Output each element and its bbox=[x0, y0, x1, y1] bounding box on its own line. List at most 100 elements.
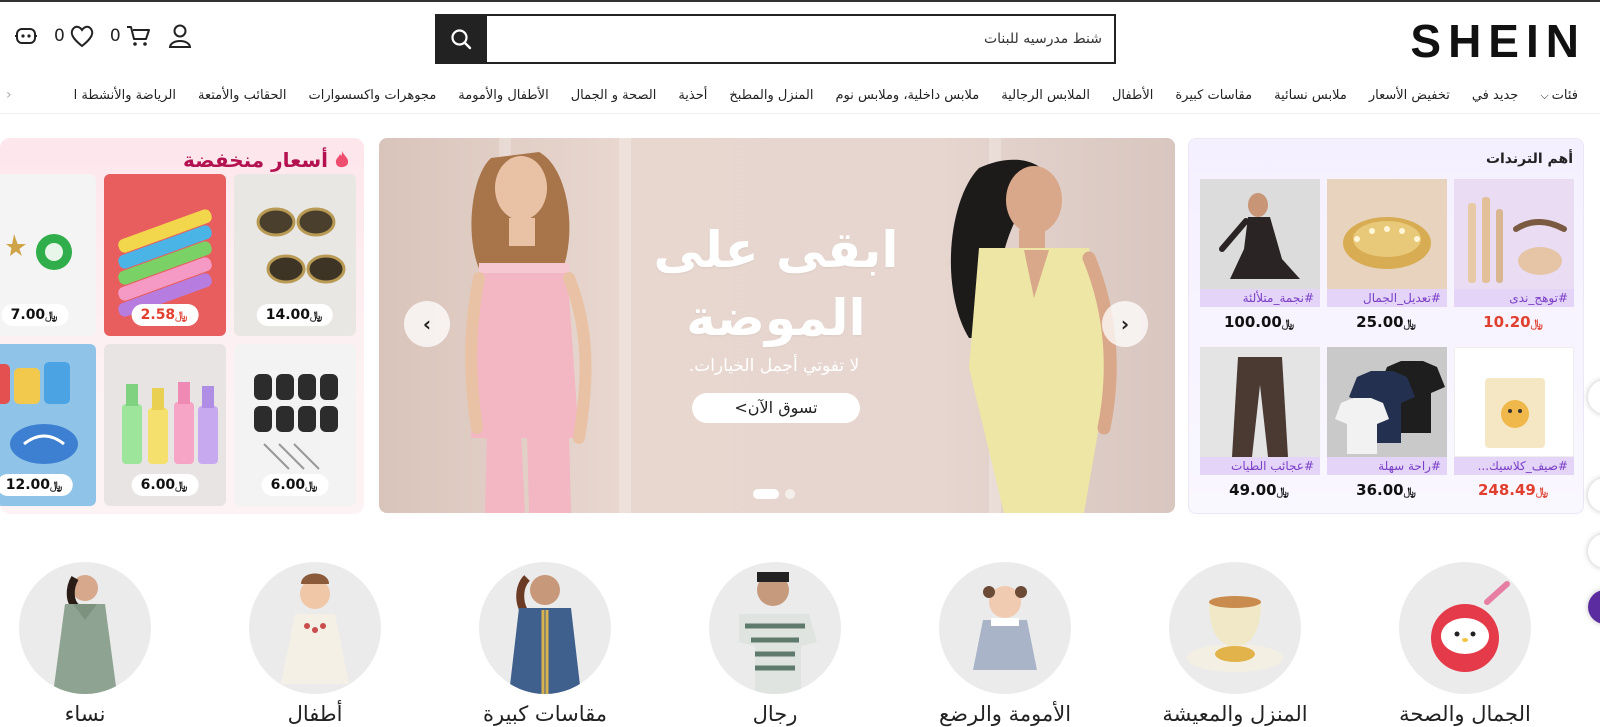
banner-headline-line: الموضة bbox=[686, 289, 866, 347]
banner-prev-button[interactable]: ‹ bbox=[404, 301, 450, 347]
nav-item-kids[interactable]: الأطفال bbox=[1112, 88, 1153, 103]
nav-item-bags[interactable]: الحقائب والأمتعة bbox=[198, 88, 286, 103]
currency-symbol: ﷼ bbox=[310, 309, 323, 322]
deal-card[interactable]: ﷼14.00 bbox=[234, 174, 356, 336]
banner-dot-active[interactable] bbox=[753, 489, 779, 499]
side-widget[interactable] bbox=[1588, 534, 1600, 568]
nav-item-categories[interactable]: فئات⌵ bbox=[1540, 88, 1578, 103]
deal-price-value: 12.00 bbox=[5, 477, 51, 493]
trend-hashtag[interactable]: #تعديل_الجمال bbox=[1327, 289, 1447, 307]
currency-symbol: ﷼ bbox=[1281, 317, 1295, 330]
fire-icon bbox=[335, 151, 349, 168]
shop-now-button[interactable]: تسوق الآن> bbox=[692, 393, 860, 423]
category-image bbox=[249, 562, 381, 694]
nav-item-beauty[interactable]: الصحة و الجمال bbox=[571, 88, 657, 103]
trend-image-container bbox=[1327, 179, 1447, 289]
deal-price: ﷼7.00 bbox=[1, 304, 69, 326]
deal-card[interactable]: ﷼12.00 bbox=[0, 344, 96, 506]
account-button[interactable] bbox=[166, 22, 194, 50]
nav-item-shoes[interactable]: أحذية bbox=[678, 88, 707, 103]
category-home[interactable]: المنزل والمعيشة bbox=[1145, 562, 1325, 726]
nav-item-jewelry[interactable]: مجوهرات واكسسوارات bbox=[308, 88, 436, 103]
model-pink-outfit-image bbox=[465, 152, 592, 513]
nav-item-men[interactable]: الملابس الرجالية bbox=[1001, 88, 1090, 103]
banner-pagination bbox=[753, 489, 795, 499]
nav-item-plus-size[interactable]: مقاسات كبيرة bbox=[1175, 88, 1252, 103]
trend-hashtag[interactable]: #راحة سهلة bbox=[1327, 457, 1447, 475]
trend-price-value: 49.00 bbox=[1229, 481, 1277, 499]
nav-item-home[interactable]: المنزل والمطبخ bbox=[729, 88, 813, 103]
wishlist-button[interactable]: 0 bbox=[54, 23, 96, 49]
side-widget[interactable] bbox=[1588, 380, 1600, 414]
cart-icon bbox=[126, 26, 150, 46]
category-image bbox=[939, 562, 1071, 694]
trend-card[interactable]: #عجائب الطيات ﷼49.00 bbox=[1200, 347, 1320, 505]
category-beauty[interactable]: الجمال والصحة bbox=[1375, 562, 1555, 726]
trend-price: ﷼25.00 bbox=[1327, 313, 1447, 331]
plus-size-dress-image bbox=[509, 575, 581, 694]
trend-price: ﷼36.00 bbox=[1327, 481, 1447, 499]
deal-card[interactable]: ﷼6.00 bbox=[234, 344, 356, 506]
trend-card[interactable]: #تعديل_الجمال ﷼25.00 bbox=[1327, 179, 1447, 337]
banner-dot[interactable] bbox=[785, 489, 795, 499]
category-plus-size[interactable]: مقاسات كبيرة bbox=[455, 562, 635, 726]
nav-item-women[interactable]: ملابس نسائية bbox=[1274, 88, 1347, 103]
support-icon bbox=[15, 28, 37, 44]
trend-hashtag[interactable]: #عجائب الطيات bbox=[1200, 457, 1320, 475]
header-actions: 0 0 bbox=[12, 22, 194, 50]
category-kids[interactable]: أطفال bbox=[225, 562, 405, 726]
search-bar bbox=[435, 14, 1116, 64]
category-label: رجال bbox=[752, 702, 798, 726]
deal-price-value: 7.00 bbox=[10, 307, 46, 323]
chevron-right-icon: › bbox=[1120, 312, 1130, 336]
deal-price: ﷼12.00 bbox=[0, 474, 74, 496]
side-widget[interactable] bbox=[1588, 478, 1600, 512]
cart-button[interactable]: 0 bbox=[110, 23, 152, 49]
search-button[interactable] bbox=[435, 14, 487, 64]
nav-item-lingerie[interactable]: ملابس داخلية، وملابس نوم bbox=[836, 88, 980, 103]
category-baby[interactable]: الأمومة والرضع bbox=[915, 562, 1095, 726]
search-input[interactable] bbox=[522, 16, 1102, 62]
chevron-left-icon: ‹ bbox=[422, 312, 432, 336]
hero-banner[interactable]: ابقى على الموضة لا تفوتي أجمل الخيارات. … bbox=[379, 138, 1175, 513]
lace-dress-image bbox=[1219, 193, 1300, 279]
category-women[interactable]: نساء bbox=[0, 562, 175, 726]
currency-symbol: ﷼ bbox=[1535, 485, 1549, 498]
trend-card[interactable]: #توهج_ندى ﷼10.20 bbox=[1454, 179, 1574, 337]
deal-card[interactable]: ﷼2.58 bbox=[104, 174, 226, 336]
banner-next-button[interactable]: › bbox=[1102, 301, 1148, 347]
support-button[interactable] bbox=[12, 23, 40, 49]
trend-price-value: 100.00 bbox=[1223, 313, 1282, 331]
trend-card[interactable]: #راحة سهلة ﷼36.00 bbox=[1327, 347, 1447, 505]
currency-symbol: ﷼ bbox=[50, 479, 63, 492]
category-men[interactable]: رجال bbox=[685, 562, 865, 726]
deal-card[interactable]: ﷼6.00 bbox=[104, 344, 226, 506]
trend-price-value: 25.00 bbox=[1356, 313, 1404, 331]
trend-image-container bbox=[1200, 179, 1320, 289]
deal-card[interactable]: ﷼7.00 bbox=[0, 174, 96, 336]
currency-symbol: ﷼ bbox=[1403, 485, 1416, 498]
currency-symbol: ﷼ bbox=[175, 309, 188, 322]
trend-hashtag[interactable]: #صيف_كلاسيك... bbox=[1454, 457, 1574, 475]
currency-symbol: ﷼ bbox=[305, 479, 318, 492]
nav-item-sale[interactable]: تخفيض الأسعار bbox=[1369, 88, 1450, 103]
trend-card[interactable]: #صيف_كلاسيك... ﷼248.49 bbox=[1454, 347, 1574, 505]
nav-scroll-left-icon[interactable]: ‹ bbox=[6, 87, 12, 103]
side-widget[interactable] bbox=[1588, 590, 1600, 624]
banner-subtitle: لا تفوتي أجمل الخيارات. bbox=[688, 356, 860, 376]
category-label: أطفال bbox=[287, 702, 343, 726]
shein-logo[interactable]: SHEIN bbox=[1410, 14, 1586, 68]
low-prices-title[interactable]: أسعار منخفضة bbox=[183, 148, 350, 172]
nav-item-new-in[interactable]: جديد في bbox=[1472, 88, 1518, 103]
trend-hashtag[interactable]: #توهج_ندى bbox=[1454, 289, 1574, 307]
nav-item-baby[interactable]: الأطفال والأمومة bbox=[458, 88, 548, 103]
chevron-down-icon: ⌵ bbox=[1540, 89, 1549, 102]
header: SHEIN 0 0 bbox=[0, 0, 1600, 72]
trend-image-container bbox=[1200, 347, 1320, 457]
top-trends-title[interactable]: أهم الترندات bbox=[1486, 151, 1573, 167]
banner-headline-line: ابقى على bbox=[653, 221, 899, 279]
category-image bbox=[1169, 562, 1301, 694]
trend-card[interactable]: #نجمة_متلألئة ﷼100.00 bbox=[1200, 179, 1320, 337]
trend-hashtag[interactable]: #نجمة_متلألئة bbox=[1200, 289, 1320, 307]
nav-item-sports[interactable]: الرياضة والأنشطة ا bbox=[74, 88, 176, 103]
